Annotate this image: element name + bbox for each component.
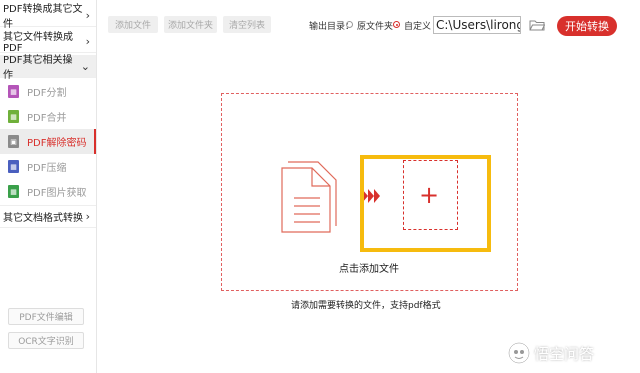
ocr-button[interactable]: OCR文字识别 (8, 332, 84, 349)
chevron-right-icon: › (85, 34, 90, 48)
sidebar-item-pdf-merge[interactable]: ▦ PDF合并 (0, 104, 96, 129)
radio-original-folder-label: 原文件夹 (357, 22, 394, 32)
folder-icon[interactable] (529, 19, 545, 31)
sidebar-category-other-doc-convert[interactable]: 其它文档格式转换 › (0, 205, 96, 228)
start-convert-button[interactable]: 开始转换 (557, 16, 617, 36)
sidebar-item-label: PDF合并 (27, 113, 67, 124)
sidebar-item-pdf-unlock[interactable]: ▣ PDF解除密码 (0, 129, 96, 154)
radio-original-folder[interactable] (346, 21, 353, 28)
pdf-edit-button[interactable]: PDF文件编辑 (8, 308, 84, 325)
sidebar-item-label: PDF解除密码 (27, 138, 87, 149)
document-icon (281, 161, 337, 233)
sidebar-category-pdf-to-other[interactable]: PDF转换成其它文件 › (0, 4, 96, 30)
click-add-file-label[interactable]: 点击添加文件 (339, 260, 399, 275)
chevron-down-icon: ⌄ (80, 59, 90, 73)
sidebar-item-label: PDF图片获取 (27, 188, 87, 199)
sidebar-category-label: 其它文档格式转换 (3, 213, 83, 224)
supported-format-hint: 请添加需要转换的文件，支持pdf格式 (291, 301, 441, 311)
radio-custom[interactable] (393, 21, 400, 28)
unlock-icon: ▣ (8, 135, 19, 148)
compress-icon: ▦ (8, 160, 19, 173)
sidebar-category-label: PDF转换成其它文件 (3, 4, 83, 30)
radio-custom-label: 自定义 (404, 22, 432, 32)
sidebar-item-pdf-split[interactable]: ▦ PDF分割 (0, 79, 96, 104)
output-path-input[interactable]: C:\Users\lirongyu (433, 16, 521, 34)
plus-icon[interactable]: + (419, 183, 439, 207)
add-file-button[interactable]: 添加文件 (108, 16, 158, 33)
chevron-right-icon: › (85, 210, 90, 223)
sidebar-category-other-to-pdf[interactable]: 其它文件转换成PDF › (0, 30, 96, 54)
sidebar-category-label: PDF其它相关操作 (3, 55, 73, 81)
chevron-right-icon: › (85, 8, 90, 22)
sidebar-item-label: PDF分割 (27, 88, 67, 99)
sidebar-item-label: PDF压缩 (27, 163, 67, 174)
sidebar-category-pdf-other-ops[interactable]: PDF其它相关操作 ⌄ (0, 55, 96, 81)
split-icon: ▦ (8, 85, 19, 98)
sidebar-item-pdf-compress[interactable]: ▦ PDF压缩 (0, 154, 96, 179)
add-folder-button[interactable]: 添加文件夹 (164, 16, 217, 33)
sidebar-item-pdf-image-extract[interactable]: ▦ PDF图片获取 (0, 179, 96, 204)
clear-list-button[interactable]: 清空列表 (223, 16, 271, 33)
watermark: 悟空问答 (508, 342, 594, 364)
merge-icon: ▦ (8, 110, 19, 123)
sidebar: PDF转换成其它文件 › 其它文件转换成PDF › PDF其它相关操作 ⌄ ▦ … (0, 0, 97, 373)
wukong-logo-icon (508, 342, 530, 364)
watermark-text: 悟空问答 (534, 344, 595, 363)
image-extract-icon: ▦ (8, 185, 19, 198)
